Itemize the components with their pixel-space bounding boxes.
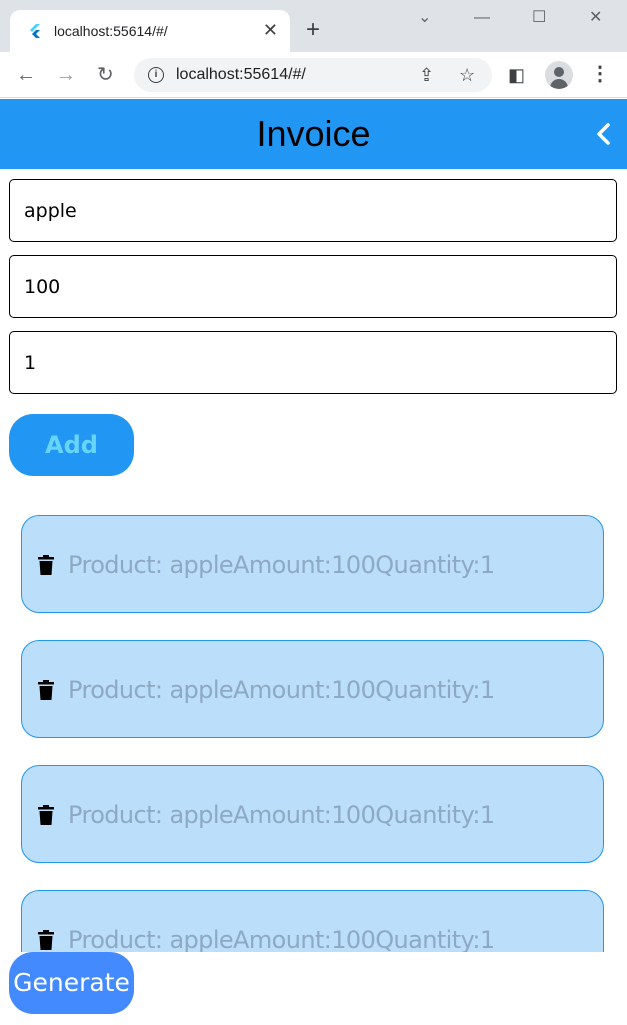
- trash-icon[interactable]: [38, 680, 54, 700]
- back-arrow-icon[interactable]: ←: [16, 64, 36, 86]
- browser-menu-icon[interactable]: ⋮: [590, 63, 610, 85]
- browser-toolbar: ← → ↻ i localhost:55614/#/ ⇪ ☆ ◧ ⋮: [0, 52, 627, 98]
- window-close-icon[interactable]: ✕: [589, 8, 602, 28]
- minimize-icon[interactable]: —: [474, 8, 490, 28]
- list-item[interactable]: Product: appleAmount:100Quantity:1: [21, 890, 604, 952]
- app-bar: Invoice: [0, 99, 627, 169]
- reload-icon[interactable]: ↻: [97, 64, 114, 86]
- trash-icon[interactable]: [38, 930, 54, 950]
- side-panel-icon[interactable]: ◧: [508, 64, 525, 86]
- url-text[interactable]: localhost:55614/#/: [176, 66, 306, 84]
- list-item[interactable]: Product: appleAmount:100Quantity:1: [21, 515, 604, 613]
- site-info-icon[interactable]: i: [148, 67, 164, 83]
- tab-title: localhost:55614/#/: [54, 23, 168, 39]
- new-tab-icon[interactable]: +: [306, 18, 320, 42]
- bookmark-star-icon[interactable]: ☆: [459, 64, 475, 86]
- forward-arrow-icon[interactable]: →: [56, 64, 76, 86]
- flutter-favicon-icon: [30, 24, 40, 38]
- product-input[interactable]: [24, 180, 584, 241]
- browser-tab[interactable]: localhost:55614/#/ ✕: [10, 10, 290, 52]
- address-bar[interactable]: i localhost:55614/#/ ⇪ ☆: [134, 58, 492, 92]
- list-item[interactable]: Product: appleAmount:100Quantity:1: [21, 765, 604, 863]
- list-item-text: Product: appleAmount:100Quantity:1: [68, 801, 495, 829]
- browser-tab-strip: localhost:55614/#/ ✕ + ⌄ — ☐ ✕: [0, 0, 627, 52]
- amount-field[interactable]: [9, 255, 617, 318]
- trash-icon[interactable]: [38, 805, 54, 825]
- page-title: Invoice: [256, 113, 371, 154]
- list-item-text: Product: appleAmount:100Quantity:1: [68, 926, 495, 952]
- generate-button[interactable]: Generate: [9, 952, 134, 1014]
- trash-icon[interactable]: [38, 555, 54, 575]
- invoice-item-list[interactable]: Product: appleAmount:100Quantity:1 Produ…: [0, 495, 627, 952]
- list-item-text: Product: appleAmount:100Quantity:1: [68, 676, 495, 704]
- quantity-input[interactable]: [24, 332, 584, 393]
- add-button[interactable]: Add: [9, 414, 134, 476]
- tab-search-icon[interactable]: ⌄: [418, 8, 431, 28]
- list-item[interactable]: Product: appleAmount:100Quantity:1: [21, 640, 604, 738]
- list-item-text: Product: appleAmount:100Quantity:1: [68, 551, 495, 579]
- maximize-icon[interactable]: ☐: [532, 8, 546, 28]
- product-field[interactable]: [9, 179, 617, 242]
- share-icon[interactable]: ⇪: [419, 64, 434, 86]
- amount-input[interactable]: [24, 256, 584, 317]
- quantity-field[interactable]: [9, 331, 617, 394]
- chevron-left-icon[interactable]: [590, 119, 618, 149]
- tab-close-icon[interactable]: ✕: [263, 20, 278, 40]
- profile-avatar-icon[interactable]: [545, 61, 573, 89]
